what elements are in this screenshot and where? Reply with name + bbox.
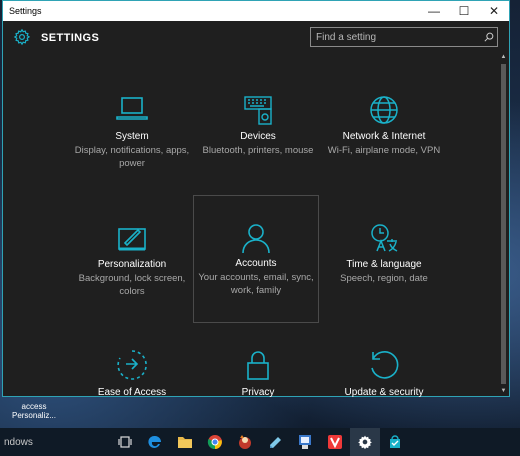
gear-icon (13, 28, 31, 51)
edge-icon[interactable] (140, 428, 170, 456)
tile-system-name: System (115, 131, 149, 142)
tile-accounts-desc: Your accounts, email, sync, work, family (198, 272, 314, 296)
tile-network[interactable]: Network & Internet Wi-Fi, airplane mode,… (321, 95, 447, 157)
settings-icon[interactable] (350, 428, 380, 456)
scroll-up-arrow-icon[interactable]: ▲ (500, 54, 507, 62)
search-box[interactable] (310, 27, 498, 47)
tile-privacy-name: Privacy (241, 387, 275, 398)
tile-system-desc: Display, notifications, apps, power (74, 145, 190, 169)
search-input[interactable] (311, 31, 481, 43)
tile-system[interactable]: System Display, notifications, apps, pow… (69, 95, 195, 170)
scroll-thumb[interactable] (501, 64, 506, 384)
title-bar[interactable]: Settings — ☐ ✕ (3, 1, 509, 21)
tile-devices-desc: Bluetooth, printers, mouse (202, 145, 314, 156)
vivaldi-icon[interactable] (320, 428, 350, 456)
minimize-button[interactable]: — (419, 1, 449, 21)
tile-time-language[interactable]: Time & language Speech, region, date (321, 223, 447, 285)
tile-update-security-name: Update & security (344, 387, 424, 398)
notepad-icon[interactable] (260, 428, 290, 456)
store-icon[interactable] (380, 428, 410, 456)
person-icon (242, 224, 270, 254)
taskbar: ndows (0, 428, 520, 456)
tile-time-language-desc: Speech, region, date (340, 273, 428, 284)
tile-personalization-desc: Background, lock screen, colors (78, 273, 186, 297)
tile-ease-of-access-name: Ease of Access (97, 387, 167, 398)
task-view-icon[interactable] (110, 428, 140, 456)
laptop-icon (116, 97, 148, 120)
tile-network-name: Network & Internet (342, 131, 426, 142)
update-icon (371, 351, 399, 379)
settings-window: Settings — ☐ ✕ SETTINGS Find a setting S… (2, 0, 510, 398)
tile-update-security[interactable]: Update & security (321, 349, 447, 398)
settings-grid: System Display, notifications, apps, pow… (3, 53, 503, 398)
chrome-icon[interactable] (200, 428, 230, 456)
scrollbar[interactable]: ▲ ▼ (500, 54, 507, 396)
scroll-down-arrow-icon[interactable]: ▼ (500, 388, 507, 396)
settings-header: SETTINGS (3, 21, 509, 53)
paint-icon (118, 228, 146, 251)
ease-of-access-icon (117, 350, 147, 380)
lock-icon (247, 351, 269, 380)
tile-accounts[interactable]: Accounts Your accounts, email, sync, wor… (193, 195, 319, 323)
tile-time-language-name: Time & language (346, 259, 422, 270)
tile-personalization-name: Personalization (97, 259, 167, 270)
time-language-icon (371, 224, 398, 252)
tile-devices-name: Devices (240, 131, 276, 142)
tile-privacy[interactable]: Privacy (195, 349, 321, 398)
file-explorer-icon[interactable] (170, 428, 200, 456)
taskbar-search-text[interactable]: ndows (0, 437, 110, 448)
page-title: SETTINGS (41, 32, 100, 44)
tile-devices[interactable]: Devices Bluetooth, printers, mouse (195, 95, 321, 157)
devices-icon (244, 96, 272, 125)
tile-accounts-name: Accounts (235, 258, 277, 269)
paint-app-icon[interactable] (290, 428, 320, 456)
game-icon[interactable] (230, 428, 260, 456)
search-icon[interactable] (481, 28, 497, 46)
tile-personalization[interactable]: Personalization Background, lock screen,… (69, 223, 195, 298)
desktop-shortcut-label[interactable]: access Personaliz... (8, 402, 60, 420)
tile-network-desc: Wi-Fi, airplane mode, VPN (327, 145, 441, 156)
tile-ease-of-access[interactable]: Ease of Access (69, 349, 195, 398)
maximize-button[interactable]: ☐ (449, 1, 479, 21)
globe-icon (370, 96, 398, 124)
close-button[interactable]: ✕ (479, 1, 509, 21)
window-title: Settings (9, 6, 42, 16)
